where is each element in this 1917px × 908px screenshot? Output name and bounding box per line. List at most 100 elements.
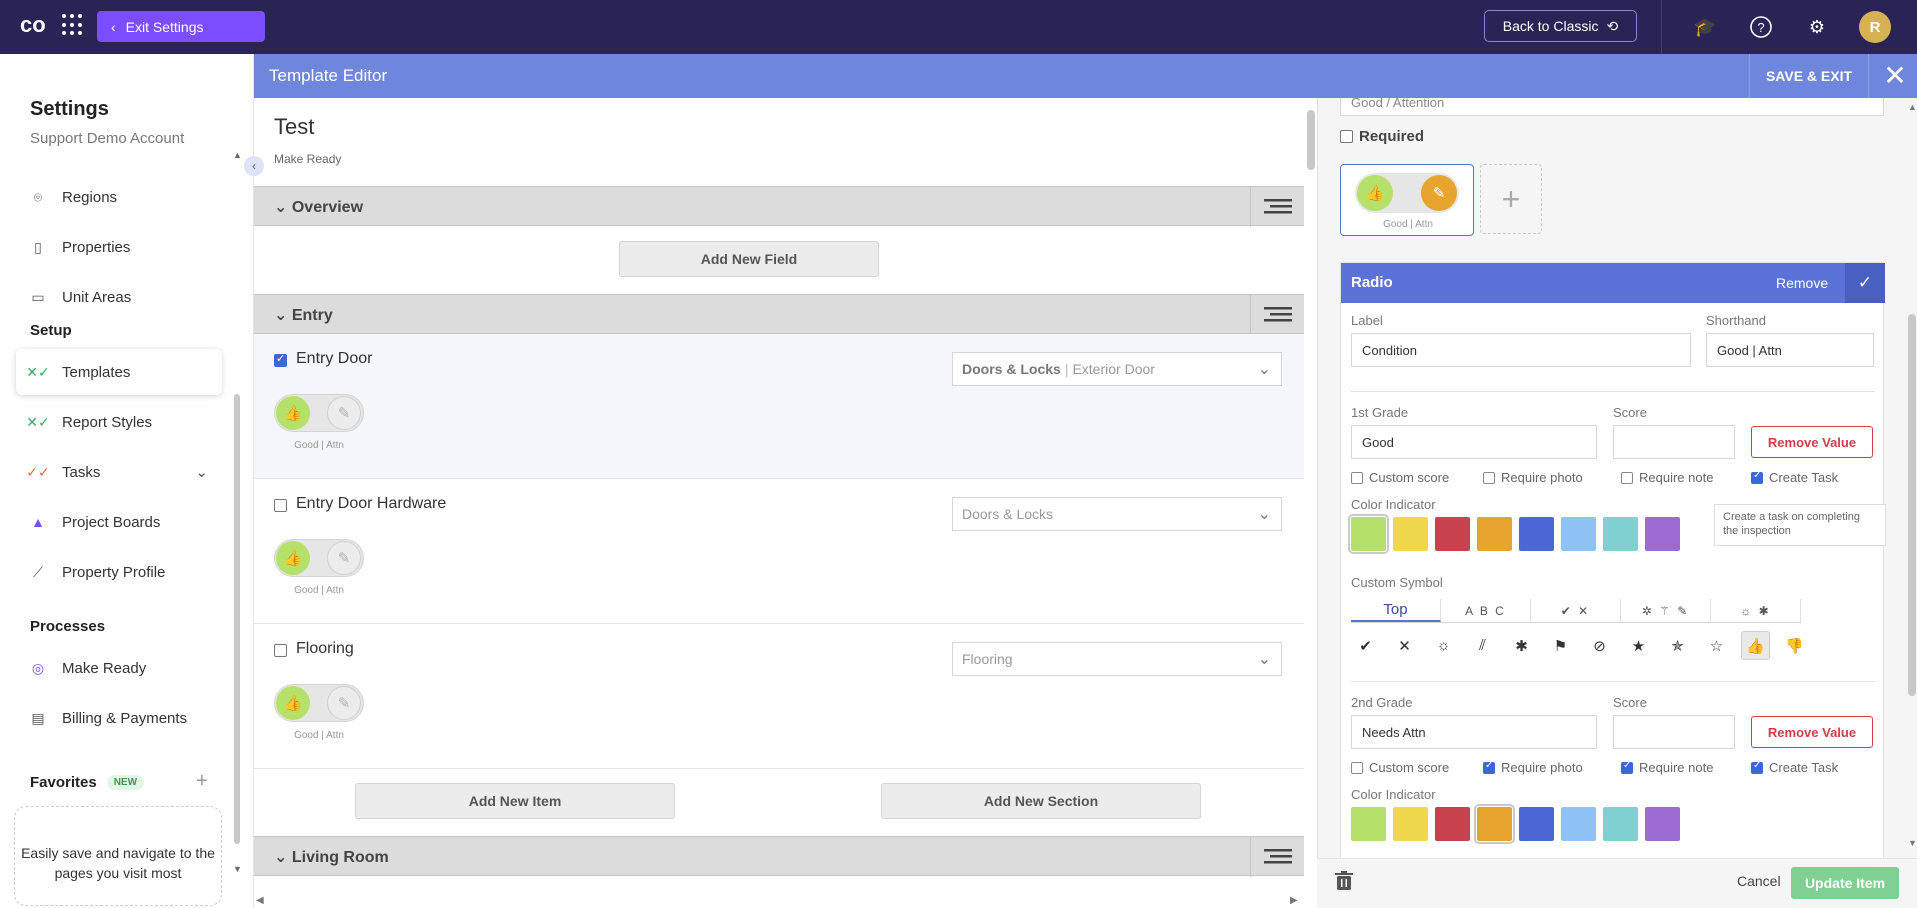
sidebar-item-make-ready[interactable]: ◎ Make Ready	[16, 645, 222, 691]
chevron-down-icon[interactable]: ⌄	[274, 307, 292, 324]
chevron-down-icon[interactable]: ⌄	[274, 199, 292, 216]
checkbox-box[interactable]	[1751, 760, 1763, 774]
create-task-checkbox[interactable]: Create Task	[1751, 470, 1838, 485]
required-checkbox-row[interactable]: Required	[1340, 128, 1424, 145]
chevron-down-icon[interactable]: ⌄	[274, 849, 292, 866]
slash-symbol-icon[interactable]: ⫽	[1468, 631, 1497, 660]
thumbs-down-symbol-icon[interactable]: 👎	[1780, 631, 1809, 660]
tab-checks[interactable]: ✔ ✕	[1531, 599, 1621, 622]
confirm-check-icon[interactable]: ✓	[1845, 263, 1885, 303]
checkbox-box[interactable]	[1351, 471, 1363, 484]
grade-input[interactable]: Needs Attn	[1351, 715, 1597, 749]
color-swatch[interactable]	[1351, 807, 1386, 841]
category-select[interactable]: Flooring ⌄	[952, 642, 1282, 676]
custom-score-checkbox[interactable]: Custom score	[1351, 470, 1449, 485]
add-favorite-icon[interactable]: +	[196, 770, 208, 793]
color-swatch[interactable]	[1603, 517, 1638, 551]
tab-letters[interactable]: A B C	[1441, 599, 1531, 622]
canvas-scroll-thumb[interactable]	[1307, 110, 1315, 170]
tab-top[interactable]: Top	[1351, 599, 1441, 622]
reorder-icon[interactable]	[1250, 837, 1304, 877]
exit-settings-button[interactable]: ‹ Exit Settings	[97, 11, 265, 42]
category-select[interactable]: Doors & Locks | Exterior Door ⌄	[952, 352, 1282, 386]
color-swatch[interactable]	[1519, 517, 1554, 551]
require-photo-checkbox[interactable]: Require photo	[1483, 760, 1583, 775]
checkbox-box[interactable]	[1483, 760, 1495, 774]
color-swatch[interactable]	[1477, 517, 1512, 551]
scroll-up-arrow[interactable]: ▲	[1908, 102, 1917, 112]
radio-preview-chip[interactable]: 👍 ✎ Good | Attn	[1340, 164, 1474, 236]
color-swatch[interactable]	[1435, 807, 1470, 841]
scroll-right-arrow[interactable]: ▶	[1290, 895, 1298, 906]
color-swatch[interactable]	[1561, 517, 1596, 551]
require-note-checkbox[interactable]: Require note	[1621, 760, 1713, 775]
canvas-horizontal-scrollbar[interactable]: ◀ ▶	[254, 894, 1304, 908]
sidebar-scrollbar[interactable]	[234, 394, 240, 844]
thumbs-up-icon[interactable]: 👍	[276, 686, 310, 720]
graduation-cap-icon[interactable]: 🎓	[1692, 14, 1718, 40]
checkbox-box[interactable]	[1483, 471, 1495, 484]
wrench-icon[interactable]: ✎	[327, 686, 361, 720]
save-and-exit-button[interactable]: SAVE & EXIT	[1749, 54, 1869, 98]
remove-value-button[interactable]: Remove Value	[1751, 426, 1873, 458]
reorder-icon[interactable]	[1250, 187, 1304, 227]
sidebar-item-templates[interactable]: ✕✓ Templates	[16, 349, 222, 395]
rating-toggle[interactable]: 👍 ✎	[274, 394, 364, 432]
color-swatch[interactable]	[1561, 807, 1596, 841]
sparkle-symbol-icon[interactable]: ☼	[1429, 631, 1458, 660]
item-row[interactable]: Entry Door Hardware Doors & Locks ⌄ 👍 ✎ …	[254, 479, 1304, 624]
panel-scrollbar[interactable]: ▲ ▼	[1907, 98, 1917, 858]
checkbox-box[interactable]	[1351, 761, 1363, 774]
sidebar-item-unit-areas[interactable]: ▭ Unit Areas	[16, 274, 222, 320]
score-input[interactable]	[1613, 425, 1735, 459]
color-swatch[interactable]	[1348, 514, 1389, 554]
custom-score-checkbox[interactable]: Custom score	[1351, 760, 1449, 775]
scroll-left-arrow[interactable]: ◀	[256, 895, 264, 906]
section-overview[interactable]: ⌄ Overview	[254, 186, 1304, 227]
item-row[interactable]: Entry Door Doors & Locks|Exterior Door ⌄…	[254, 334, 1304, 479]
update-item-button[interactable]: Update Item	[1791, 867, 1899, 899]
sidebar-item-property-profile[interactable]: ⟋ Property Profile	[16, 549, 222, 595]
half-star-symbol-icon[interactable]: ✯	[1663, 631, 1692, 660]
color-swatch[interactable]	[1603, 807, 1638, 841]
wrench-icon[interactable]: ✎	[327, 396, 361, 430]
scroll-down-arrow[interactable]: ▼	[1908, 838, 1917, 848]
score-input[interactable]	[1613, 715, 1735, 749]
help-icon[interactable]: ?	[1748, 14, 1774, 40]
category-select[interactable]: Doors & Locks ⌄	[952, 497, 1282, 531]
rating-toggle[interactable]: 👍 ✎	[274, 539, 364, 577]
color-swatch[interactable]	[1393, 807, 1428, 841]
bug-symbol-icon[interactable]: ✱	[1507, 631, 1536, 660]
flag-symbol-icon[interactable]: ⚑	[1546, 631, 1575, 660]
remove-value-button[interactable]: Remove Value	[1751, 716, 1873, 748]
require-photo-checkbox[interactable]: Require photo	[1483, 470, 1583, 485]
wrench-icon[interactable]: ✎	[327, 541, 361, 575]
sidebar-item-billing[interactable]: ▤ Billing & Payments	[16, 695, 222, 741]
reorder-icon[interactable]	[1250, 295, 1304, 335]
scroll-down-arrow[interactable]: ▼	[233, 864, 242, 874]
cancel-button[interactable]: Cancel	[1737, 873, 1781, 889]
app-logo[interactable]: co	[20, 12, 50, 38]
checkbox-box[interactable]	[1621, 760, 1633, 774]
answer-type-input[interactable]: Good / Attention	[1340, 98, 1884, 116]
add-new-section-button[interactable]: Add New Section	[881, 783, 1201, 819]
add-new-field-button[interactable]: Add New Field	[619, 241, 879, 277]
checkbox-box[interactable]	[1751, 470, 1763, 484]
ban-symbol-icon[interactable]: ⊘	[1585, 631, 1614, 660]
required-checkbox[interactable]	[1340, 130, 1353, 143]
panel-scroll-thumb[interactable]	[1908, 314, 1916, 696]
avatar[interactable]: R	[1859, 11, 1891, 43]
rating-toggle[interactable]: 👍 ✎	[274, 684, 364, 722]
sidebar-item-report-styles[interactable]: ✕✓ Report Styles	[16, 399, 222, 445]
label-input[interactable]: Condition	[1351, 333, 1691, 367]
item-checkbox[interactable]	[274, 644, 287, 657]
tab-misc[interactable]: ☼ ✱	[1711, 599, 1801, 622]
trash-icon[interactable]	[1335, 871, 1353, 896]
empty-star-symbol-icon[interactable]: ☆	[1702, 631, 1731, 660]
sidebar-item-tasks[interactable]: ✓✓ Tasks ⌄	[16, 449, 222, 495]
apps-grid-icon[interactable]	[62, 14, 84, 36]
add-answer-button[interactable]: +	[1480, 164, 1542, 234]
item-row[interactable]: Flooring Flooring ⌄ 👍 ✎ Good | Attn	[254, 624, 1304, 769]
color-swatch[interactable]	[1393, 517, 1428, 551]
star-symbol-icon[interactable]: ★	[1624, 631, 1653, 660]
